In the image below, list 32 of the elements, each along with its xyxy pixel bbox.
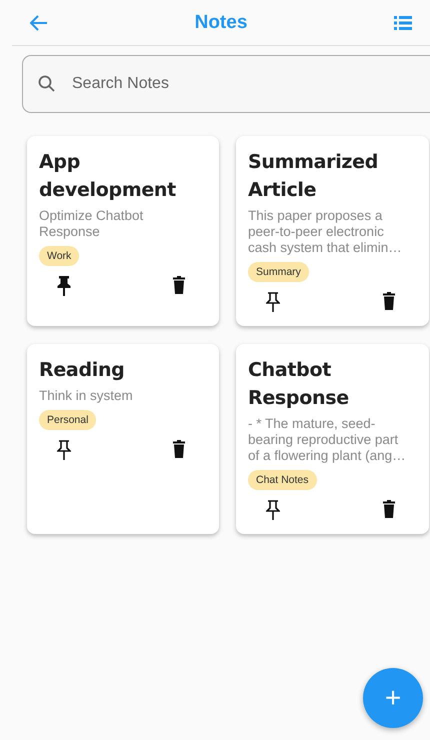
note-title: Chatbot Response: [248, 358, 350, 411]
note-title: Reading: [39, 358, 126, 383]
note-tag: Personal: [39, 410, 96, 430]
pin-icon: [57, 440, 71, 460]
list-icon: [394, 16, 412, 30]
back-arrow-icon: [30, 14, 48, 30]
pin-button[interactable]: [55, 438, 73, 462]
list-view-button[interactable]: [394, 16, 412, 30]
pin-button[interactable]: [55, 274, 73, 298]
note-tag: Chat Notes: [248, 470, 317, 490]
pin-button[interactable]: [264, 290, 282, 314]
search-icon: [38, 75, 55, 92]
note-preview: Think in system: [39, 388, 134, 404]
note-preview: This paper proposes a peer-to-peer electronic cash system that elimin…: [248, 208, 403, 256]
note-tag: Summary: [248, 262, 309, 282]
note-title: App development: [39, 150, 177, 203]
note-preview: Optimize Chatbot Response: [39, 208, 144, 240]
search-field[interactable]: Search Notes: [22, 55, 430, 113]
trash-icon: [383, 292, 395, 310]
add-note-button[interactable]: +: [363, 668, 423, 728]
pin-icon: [57, 276, 71, 296]
trash-icon: [383, 500, 395, 518]
app-title: Notes: [194, 12, 248, 34]
trash-icon: [173, 276, 185, 294]
note-preview: - * The mature, seed-bearing reproductive part of a flowering plant (ang…: [248, 416, 407, 464]
pin-icon: [266, 292, 280, 312]
back-button[interactable]: [30, 14, 48, 30]
pin-button[interactable]: [264, 498, 282, 522]
trash-icon: [173, 440, 185, 458]
pin-icon: [266, 500, 280, 520]
note-tag: Work: [39, 246, 80, 266]
note-title: Summarized Article: [248, 150, 380, 203]
